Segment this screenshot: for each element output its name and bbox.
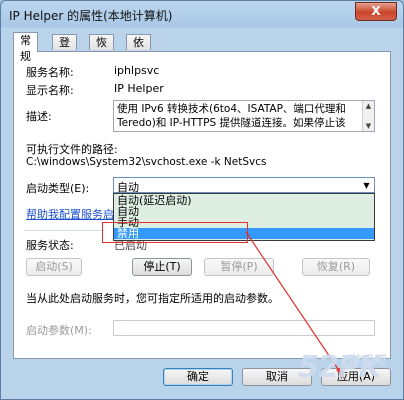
annotation-arrow-icon <box>245 231 345 379</box>
watermark-tail: 游戏网 <box>346 354 386 369</box>
